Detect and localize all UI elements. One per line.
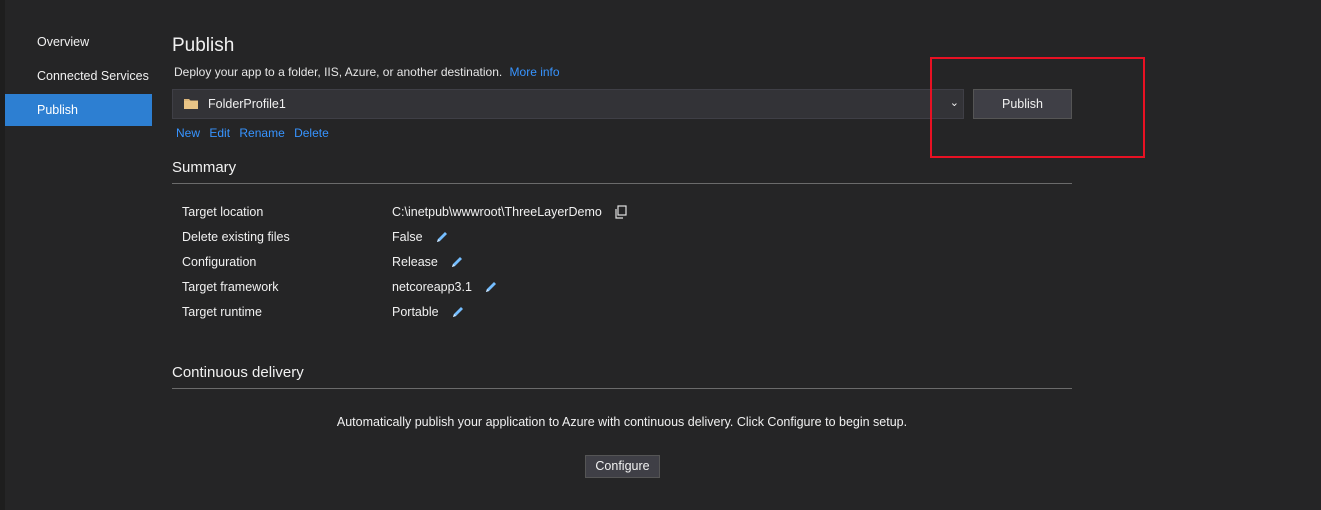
summary-value: Portable (392, 305, 465, 319)
target-location-value: C:\inetpub\wwwroot\ThreeLayerDemo (392, 205, 602, 219)
continuous-delivery-description: Automatically publish your application t… (336, 415, 908, 429)
edit-icon[interactable] (484, 280, 498, 294)
summary-value: C:\inetpub\wwwroot\ThreeLayerDemo (392, 205, 628, 219)
chevron-down-icon[interactable]: ⌄ (950, 96, 959, 109)
target-runtime-value: Portable (392, 305, 439, 319)
profile-dropdown[interactable]: FolderProfile1 ⌄ (172, 89, 964, 119)
page-subtitle: Deploy your app to a folder, IIS, Azure,… (174, 65, 560, 79)
summary-row: Configuration Release (182, 253, 1062, 278)
side-nav: Overview Connected Services Publish (5, 26, 152, 128)
edit-icon[interactable] (450, 255, 464, 269)
nav-item-publish[interactable]: Publish (5, 94, 152, 126)
summary-divider (172, 183, 1072, 184)
nav-item-connected-services[interactable]: Connected Services (5, 60, 152, 92)
copy-icon[interactable] (614, 205, 628, 219)
edit-profile-link[interactable]: Edit (209, 126, 230, 140)
rename-profile-link[interactable]: Rename (239, 126, 284, 140)
nav-item-overview[interactable]: Overview (5, 26, 152, 58)
publish-page: Overview Connected Services Publish Publ… (0, 0, 1321, 510)
summary-row: Target framework netcoreapp3.1 (182, 278, 1062, 303)
configure-button[interactable]: Configure (585, 455, 660, 478)
subtitle-text: Deploy your app to a folder, IIS, Azure,… (174, 65, 503, 79)
summary-value: False (392, 230, 449, 244)
configuration-value: Release (392, 255, 438, 269)
summary-table: Target location C:\inetpub\wwwroot\Three… (182, 203, 1062, 328)
profile-name: FolderProfile1 (208, 97, 286, 111)
folder-icon (184, 99, 198, 109)
summary-row: Delete existing files False (182, 228, 1062, 253)
edit-icon[interactable] (435, 230, 449, 244)
page-title: Publish (172, 35, 235, 56)
summary-value: Release (392, 255, 464, 269)
summary-title: Summary (172, 159, 237, 176)
summary-row: Target location C:\inetpub\wwwroot\Three… (182, 203, 1062, 228)
more-info-link[interactable]: More info (510, 65, 560, 79)
continuous-delivery-title: Continuous delivery (172, 364, 304, 381)
delete-existing-files-value: False (392, 230, 423, 244)
summary-value: netcoreapp3.1 (392, 280, 498, 294)
summary-row: Target runtime Portable (182, 303, 1062, 328)
summary-key: Target framework (182, 280, 279, 294)
new-profile-link[interactable]: New (176, 126, 200, 140)
target-framework-value: netcoreapp3.1 (392, 280, 472, 294)
delete-profile-link[interactable]: Delete (294, 126, 329, 140)
summary-key: Configuration (182, 255, 257, 269)
edit-icon[interactable] (451, 305, 465, 319)
profile-actions: New Edit Rename Delete (176, 126, 335, 140)
summary-key: Delete existing files (182, 230, 290, 244)
continuous-delivery-divider (172, 388, 1072, 389)
summary-key: Target location (182, 205, 264, 219)
publish-button[interactable]: Publish (973, 89, 1072, 119)
summary-key: Target runtime (182, 305, 262, 319)
